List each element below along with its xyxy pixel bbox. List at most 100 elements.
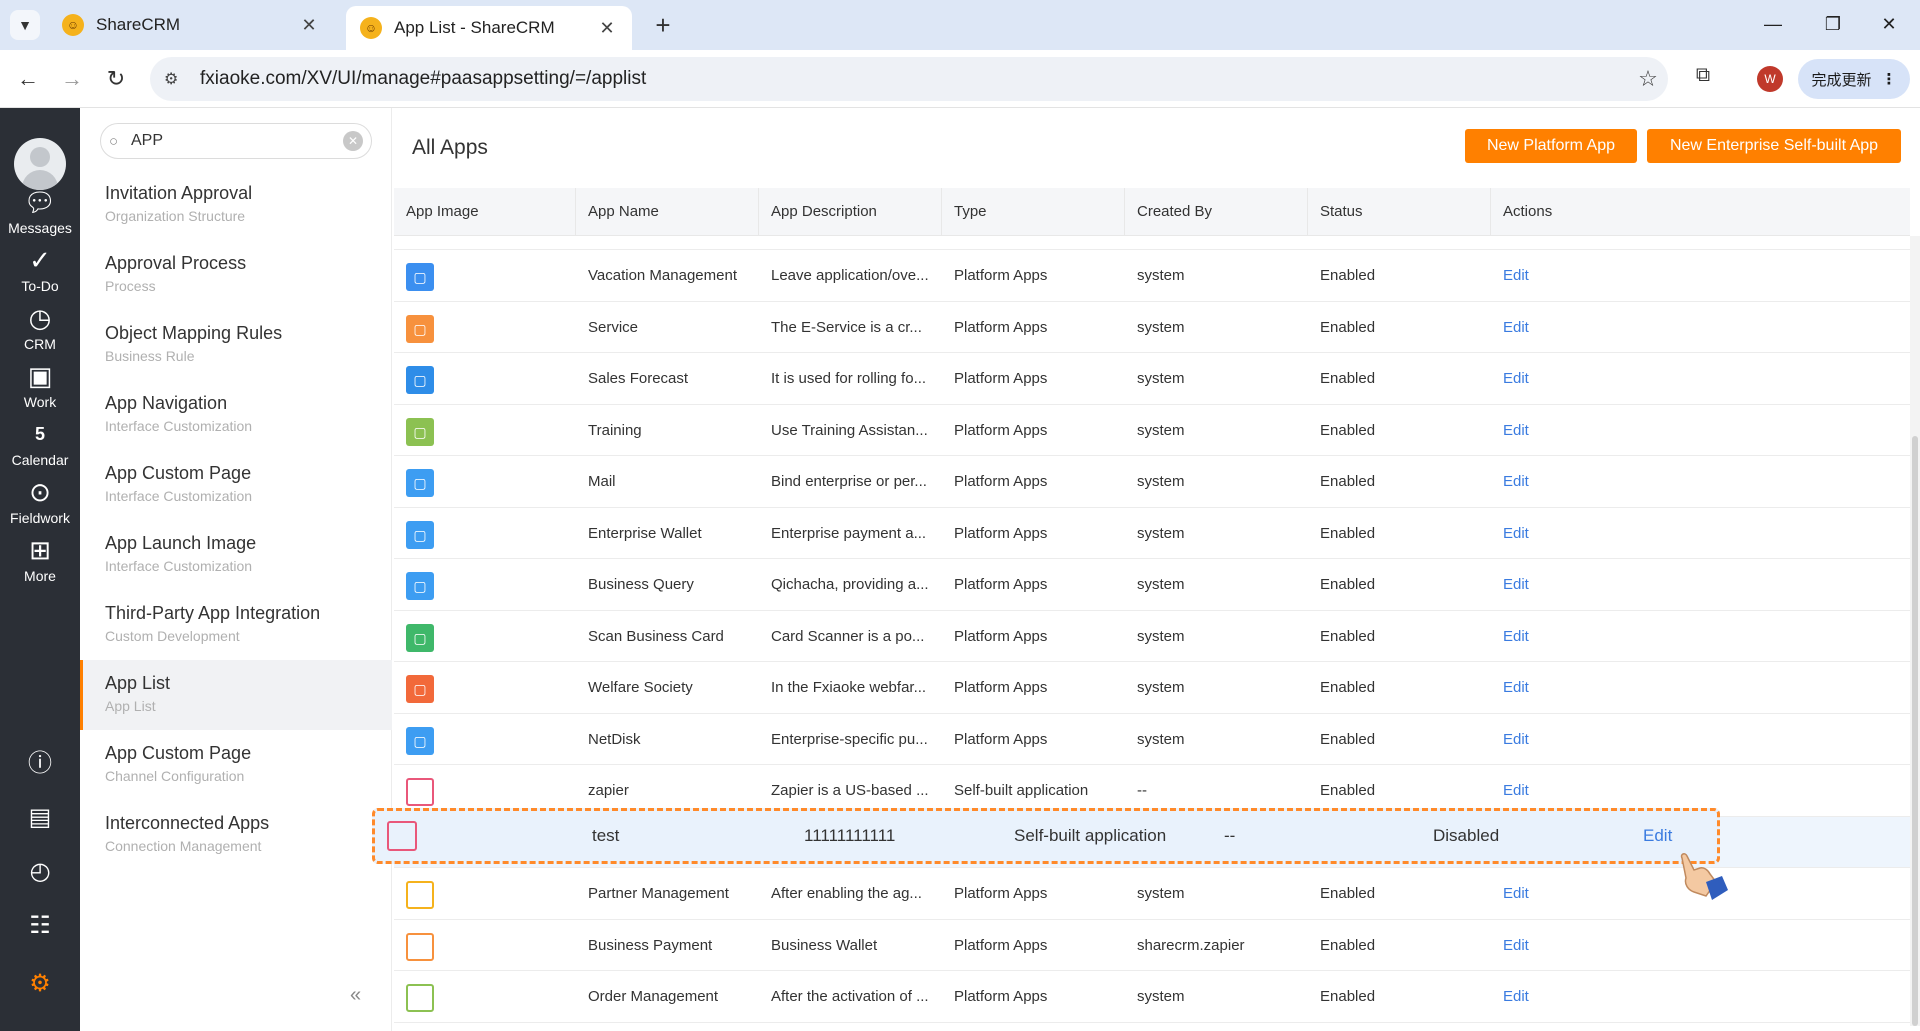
forward-arrow-icon[interactable]: → (56, 63, 88, 95)
rail-item-messages[interactable]: 💬︎ Messages (0, 186, 80, 252)
browser-tab-bar: ▼ ☺ ShareCRM ✕ ☺ App List - ShareCRM ✕ +… (0, 0, 1920, 50)
highlighted-app-created-by: -- (1224, 826, 1236, 845)
table-row[interactable]: ▢ Service The E-Service is a cr... Platform… (394, 301, 1910, 354)
sidebar-item-app-custom-page[interactable]: App Custom Page Interface Customization (80, 450, 392, 520)
table-row[interactable]: ▢ Enterprise Wallet Enterprise payment a..… (394, 507, 1910, 560)
edit-link[interactable]: Edit (1491, 714, 1691, 766)
clear-search-icon[interactable]: ✕ (343, 131, 363, 151)
edit-link[interactable]: Edit (1491, 971, 1691, 1023)
sidebar-item-app-launch-image[interactable]: App Launch Image Interface Customization (80, 520, 392, 590)
type-cell: Platform Apps (954, 627, 1048, 645)
edit-link[interactable]: Edit (1491, 508, 1691, 560)
table-row[interactable]: ▢ Welfare Society In the Fxiaoke webfar...… (394, 662, 1910, 714)
edit-link[interactable]: Edit (1491, 868, 1691, 920)
rail-item-todo[interactable]: ✓ To-Do (0, 244, 80, 310)
highlighted-app-row[interactable]: test 11111111111 Self-built application … (372, 808, 1720, 864)
sidebar-item-app-navigation[interactable]: App Navigation Interface Customization (80, 380, 392, 450)
url-text[interactable]: fxiaoke.com/XV/UI/manage#paasappsetting/… (200, 68, 1628, 90)
edit-link[interactable]: Edit (1491, 456, 1691, 508)
column-header-app-description[interactable]: App Description (759, 188, 942, 236)
tab-search-dropdown-icon[interactable]: ▼ (10, 10, 40, 40)
status-cell: Enabled (1320, 473, 1376, 490)
reload-icon[interactable]: ↻ (100, 63, 132, 95)
close-tab-icon[interactable]: ✕ (596, 18, 618, 39)
created-by-cell: system (1137, 421, 1185, 439)
rail-item-more[interactable]: ⊞ More (0, 534, 80, 600)
edit-link[interactable]: Edit (1491, 662, 1691, 714)
edit-link[interactable]: Edit (1491, 611, 1691, 663)
close-tab-icon[interactable]: ✕ (298, 15, 320, 36)
extensions-puzzle-icon[interactable]: ⧉ (1688, 64, 1718, 94)
column-header-created-by[interactable]: Created By (1125, 188, 1308, 236)
column-header-app-image[interactable]: App Image (394, 188, 576, 236)
table-row[interactable]: Order Management After the activation of … (394, 971, 1910, 1023)
minimize-window-icon[interactable]: — (1750, 8, 1796, 40)
close-window-icon[interactable]: ✕ (1866, 8, 1912, 40)
rail-label: Fieldwork (10, 510, 70, 526)
sidebar-item-invitation-approval[interactable]: Invitation Approval Organization Structu… (80, 170, 392, 240)
table-row[interactable]: ▢ NetDisk Enterprise-specific pu... Platfor… (394, 713, 1910, 766)
edit-link[interactable]: Edit (1491, 302, 1691, 354)
browser-tab-sharecrm[interactable]: ☺ ShareCRM ✕ (48, 6, 334, 44)
more-menu-icon[interactable]: ⋮ (1882, 70, 1897, 88)
rail-item-calendar[interactable]: 5 Calendar (0, 418, 80, 484)
app-description-cell: After enabling the ag... (771, 885, 922, 902)
collapse-sidebar-icon[interactable]: « (350, 984, 361, 1007)
bookmark-star-icon[interactable]: ☆ (1628, 66, 1668, 92)
status-cell: Enabled (1320, 576, 1376, 593)
rail-item-fieldwork[interactable]: ⊙ Fieldwork (0, 476, 80, 542)
edit-link[interactable]: Edit (1491, 559, 1691, 611)
scrollbar-thumb[interactable] (1912, 436, 1918, 1026)
sidebar-item-object-mapping-rules[interactable]: Object Mapping Rules Business Rule (80, 310, 392, 380)
user-avatar[interactable] (14, 138, 66, 190)
table-row[interactable] (394, 236, 1910, 250)
column-header-status[interactable]: Status (1308, 188, 1491, 236)
table-row[interactable]: ▢ Sales Forecast It is used for rolling fo… (394, 353, 1910, 405)
table-row[interactable]: Business Payment Business Wallet Platform … (394, 919, 1910, 972)
new-tab-plus-icon[interactable]: + (648, 10, 678, 40)
self-built-app-icon (387, 821, 417, 851)
table-row[interactable]: ▢ Mail Bind enterprise or per... Platform A… (394, 456, 1910, 508)
sidebar-item-interconnected-apps[interactable]: Interconnected Apps Connection Managemen… (80, 800, 392, 870)
rail-item-work[interactable]: ▣ Work (0, 360, 80, 426)
highlighted-app-edit-link[interactable]: Edit (1643, 811, 1672, 861)
sidebar-item-app-custom-page-channel[interactable]: App Custom Page Channel Configuration (80, 730, 392, 800)
restore-window-icon[interactable]: ❐ (1810, 8, 1856, 40)
column-header-app-name[interactable]: App Name (576, 188, 759, 236)
report-icon[interactable]: ▤ (0, 798, 80, 838)
sidebar-item-approval-process[interactable]: Approval Process Process (80, 240, 392, 310)
edit-link[interactable]: Edit (1491, 405, 1691, 457)
sidebar-search[interactable]: ○ ✕ (100, 123, 372, 159)
table-row[interactable]: ▢ Business Query Qichacha, providing a... P… (394, 559, 1910, 611)
edit-link[interactable]: Edit (1491, 250, 1691, 302)
new-platform-app-button[interactable]: New Platform App (1465, 129, 1637, 163)
edit-link[interactable]: Edit (1491, 920, 1691, 972)
sidebar-item-third-party-app-integration[interactable]: Third-Party App Integration Custom Devel… (80, 590, 392, 660)
edit-link[interactable]: Edit (1491, 353, 1691, 405)
sidebar-item-subtitle: Interface Customization (105, 558, 253, 574)
site-settings-icon[interactable]: ⚙ (164, 69, 188, 89)
table-scrollbar[interactable] (1910, 236, 1920, 1026)
browser-tab-app-list[interactable]: ☺ App List - ShareCRM ✕ (346, 6, 632, 50)
table-row[interactable]: ▢ Scan Business Card Card Scanner is a po.… (394, 610, 1910, 663)
column-header-actions[interactable]: Actions (1491, 188, 1910, 236)
table-row[interactable]: ▢ Training Use Training Assistan... Platfor… (394, 404, 1910, 457)
rail-item-crm[interactable]: ◷ CRM (0, 302, 80, 368)
new-enterprise-self-built-app-button[interactable]: New Enterprise Self-built App (1647, 129, 1901, 163)
type-cell: Platform Apps (954, 421, 1048, 439)
column-header-type[interactable]: Type (942, 188, 1125, 236)
back-arrow-icon[interactable]: ← (12, 63, 44, 95)
table-row[interactable]: ▢ Vacation Management Leave application/ov… (394, 250, 1910, 302)
contacts-icon[interactable]: ☷ (0, 906, 80, 946)
update-button[interactable]: 完成更新 ⋮ (1798, 59, 1910, 99)
sidebar-search-input[interactable] (131, 132, 343, 150)
address-bar[interactable]: ⚙ fxiaoke.com/XV/UI/manage#paasappsettin… (150, 57, 1668, 101)
status-cell: Enabled (1320, 627, 1376, 645)
history-icon[interactable]: ◴ (0, 852, 80, 892)
sidebar-item-app-list[interactable]: App List App List (80, 660, 392, 730)
help-icon[interactable]: ⓘ (0, 744, 80, 784)
app-name-cell: Enterprise Wallet (588, 524, 702, 542)
settings-gear-icon[interactable]: ⚙ (0, 964, 80, 1004)
profile-avatar[interactable]: W (1757, 66, 1783, 92)
app-name-cell: NetDisk (588, 730, 641, 748)
